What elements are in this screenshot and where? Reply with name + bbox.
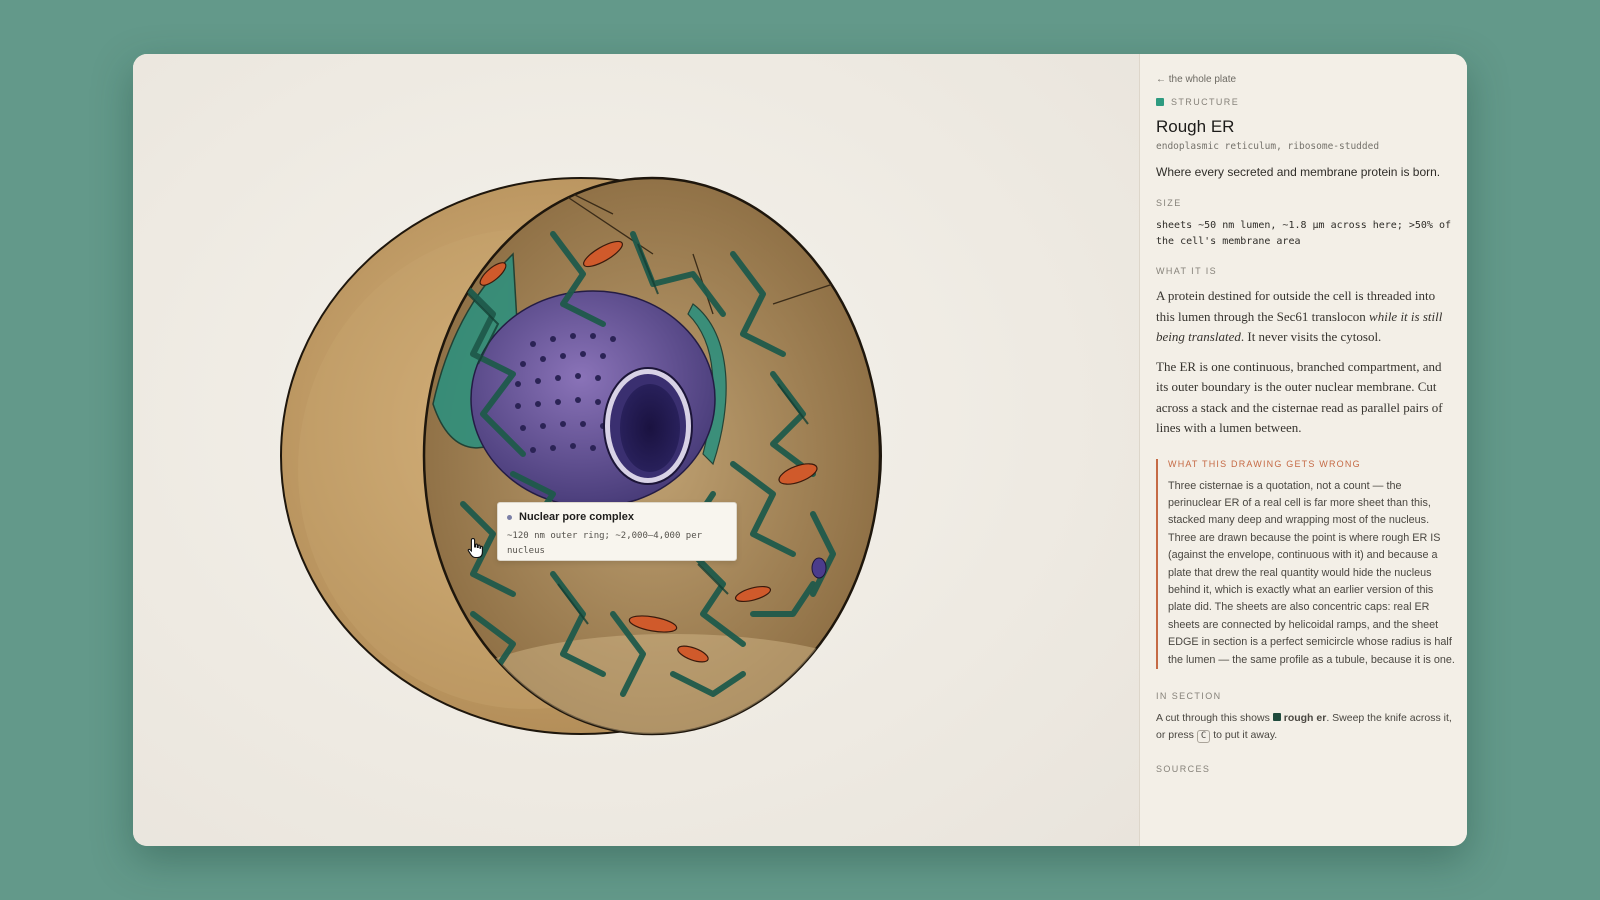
drawing-caveat-box: WHAT THIS DRAWING GETS WRONG Three ciste…: [1156, 458, 1455, 669]
tooltip-body: ~120 nm outer ring; ~2,000–4,000 per nuc…: [507, 531, 703, 556]
category-label: STRUCTURE: [1171, 97, 1240, 107]
size-text: sheets ~50 nm lumen, ~1.8 µm across here…: [1156, 220, 1452, 247]
caveat-label: WHAT THIS DRAWING GETS WRONG: [1168, 458, 1361, 469]
sources-label: SOURCES: [1156, 763, 1211, 774]
what-p1-end: . It never visits the cytosol.: [1240, 329, 1382, 344]
rough-er-swatch-icon: [1272, 712, 1281, 721]
tooltip-dot-icon: [507, 514, 512, 520]
cell-illustration[interactable]: [133, 54, 1139, 846]
structure-title: Rough ER: [1156, 117, 1235, 136]
what-it-is-label: WHAT IT IS: [1156, 266, 1218, 276]
what-it-is-paragraph-2: The ER is one continuous, branched compa…: [1156, 358, 1443, 436]
what-it-is-text: A protein destined for outside the cell …: [1156, 286, 1455, 439]
section-structure-name: rough er: [1283, 711, 1327, 724]
tooltip-title: Nuclear pore complex: [519, 511, 634, 523]
hand-cursor-icon: [467, 537, 483, 559]
section-text-end: to put it away.: [1210, 728, 1278, 741]
info-panel: ← the whole plate STRUCTURE Rough ER end…: [1140, 54, 1467, 846]
category-swatch-icon: [1156, 98, 1164, 106]
back-to-plate-link[interactable]: ← the whole plate: [1156, 74, 1455, 85]
keyboard-key-c: C: [1196, 729, 1211, 743]
in-section-label: IN SECTION: [1156, 690, 1222, 701]
what-it-is-paragraph-1: A protein destined for outside the cell …: [1156, 286, 1455, 348]
section-text-start: A cut through this shows: [1156, 711, 1273, 724]
structure-summary: Where every secreted and membrane protei…: [1156, 165, 1441, 179]
size-label: SIZE: [1156, 198, 1182, 208]
nuclear-pore-opening[interactable]: [603, 367, 693, 485]
app-window: Nuclear pore complex ~120 nm outer ring;…: [133, 54, 1467, 846]
caveat-text: Three cisternae is a quotation, not a co…: [1168, 479, 1455, 666]
tooltip-title-row: Nuclear pore complex: [507, 511, 727, 523]
category-row: STRUCTURE: [1156, 97, 1455, 107]
structure-subtitle: endoplasmic reticulum, ribosome-studded: [1156, 141, 1380, 152]
hover-tooltip: Nuclear pore complex ~120 nm outer ring;…: [497, 502, 737, 561]
in-section-text: A cut through this shows rough er. Sweep…: [1156, 710, 1455, 744]
cell-viewport[interactable]: Nuclear pore complex ~120 nm outer ring;…: [133, 54, 1139, 846]
